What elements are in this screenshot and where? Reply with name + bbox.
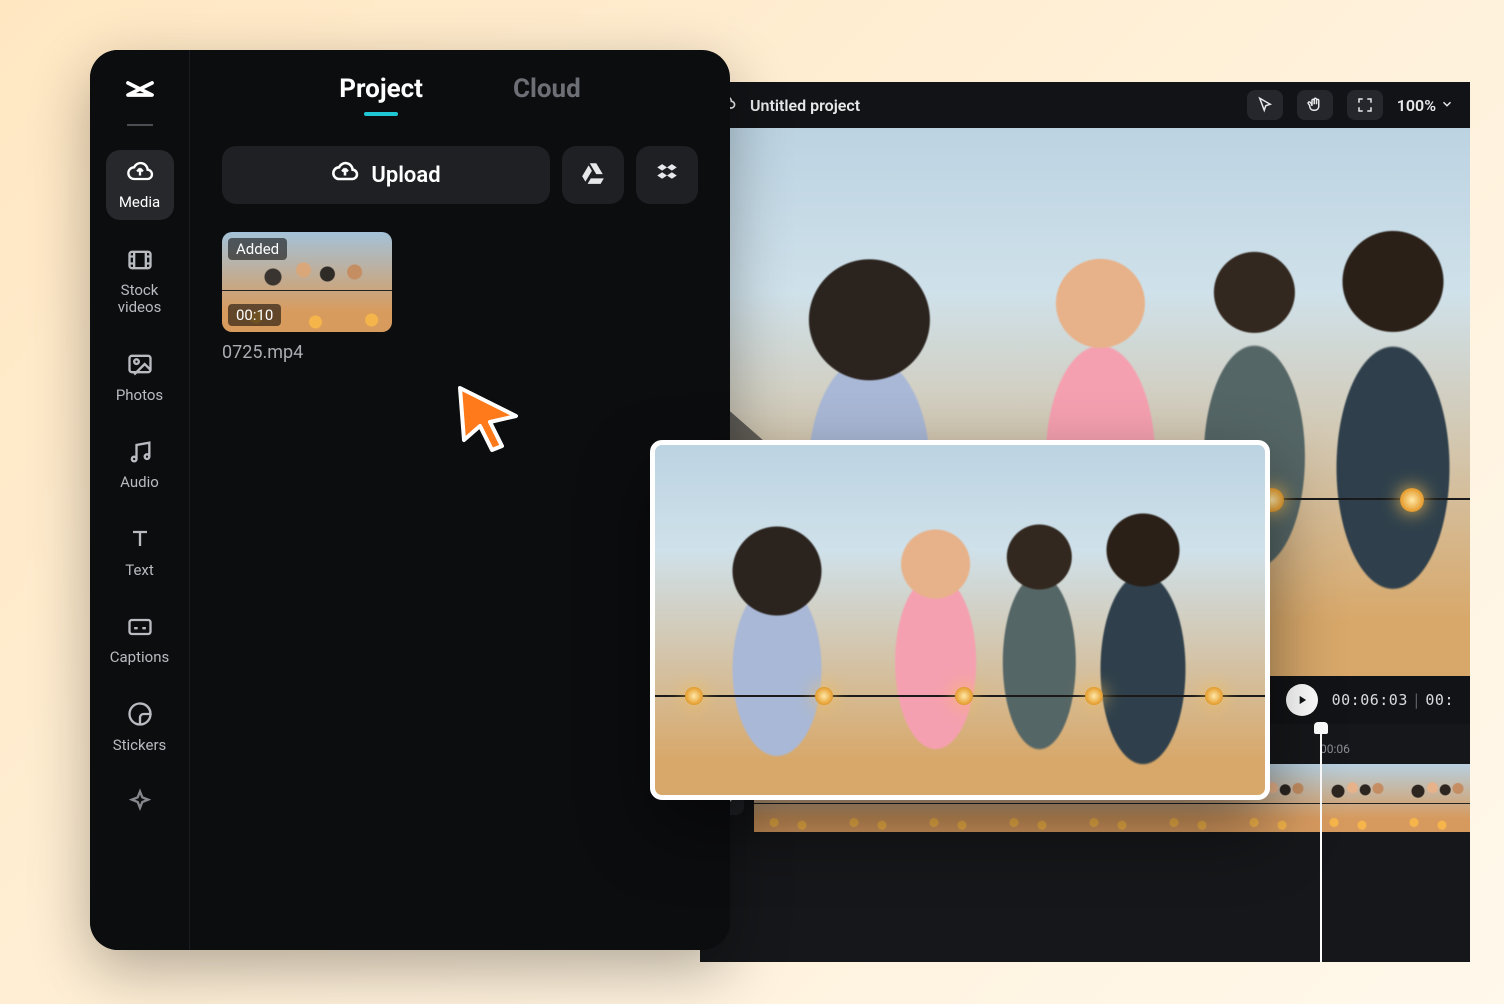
play-button[interactable] <box>1286 684 1318 716</box>
ruler-tick: 00:06 <box>1320 732 1350 756</box>
upload-label: Upload <box>371 163 440 188</box>
added-badge: Added <box>228 238 287 260</box>
media-item[interactable]: Added 00:10 0725.mp4 <box>222 232 392 363</box>
sidebar-item-stickers[interactable]: Stickers <box>106 692 174 762</box>
media-panel: Media Stock videos Photos Audio Text <box>90 50 730 950</box>
sticker-icon <box>126 700 154 732</box>
sidebar-item-label: Photos <box>116 387 163 404</box>
sidebar-item-label: Audio <box>120 474 159 491</box>
hand-tool-button[interactable] <box>1297 90 1333 120</box>
zoom-selector[interactable]: 100% <box>1397 96 1454 115</box>
sidebar-item-label: Text <box>125 562 154 579</box>
tab-project[interactable]: Project <box>339 74 423 116</box>
sidebar-item-label: Stock videos <box>118 282 162 317</box>
pointer-tool-button[interactable] <box>1247 90 1283 120</box>
playhead[interactable] <box>1320 724 1322 962</box>
media-filename: 0725.mp4 <box>222 342 392 363</box>
drag-preview <box>650 440 1270 800</box>
image-icon <box>126 350 154 382</box>
zoom-value: 100% <box>1397 96 1436 115</box>
clip-frame[interactable] <box>1314 764 1394 832</box>
cloud-upload-icon <box>126 158 154 190</box>
preview-header: Untitled project 100% <box>700 82 1470 128</box>
fullscreen-button[interactable] <box>1347 90 1383 120</box>
sidebar-item-stock-videos[interactable]: Stock videos <box>106 238 174 325</box>
sidebar-item-audio[interactable]: Audio <box>106 430 174 500</box>
sidebar-item-effects[interactable]: x <box>106 780 174 850</box>
current-time: 00:06:03 <box>1332 691 1408 709</box>
sidebar-item-photos[interactable]: Photos <box>106 342 174 412</box>
sidebar-item-captions[interactable]: Captions <box>106 605 174 675</box>
clip-frame[interactable] <box>1394 764 1470 832</box>
music-icon <box>126 438 154 470</box>
sidebar-item-label: Media <box>119 194 160 211</box>
text-icon <box>126 525 154 557</box>
duration-badge: 00:10 <box>228 304 281 326</box>
sidebar-item-media[interactable]: Media <box>106 150 174 220</box>
dropbox-button[interactable] <box>636 146 698 204</box>
total-time: 00: <box>1425 691 1454 709</box>
chevron-down-icon <box>1440 96 1454 115</box>
sidebar: Media Stock videos Photos Audio Text <box>90 50 190 950</box>
logo-underline <box>127 124 153 126</box>
project-title[interactable]: Untitled project <box>750 96 860 115</box>
app-logo-icon <box>122 74 158 114</box>
cloud-upload-icon <box>331 158 359 192</box>
google-drive-icon <box>580 160 606 190</box>
tab-row: Project Cloud <box>222 74 698 116</box>
media-body: Project Cloud Upload <box>190 50 730 950</box>
timecode: 00:06:03|00: <box>1332 691 1454 709</box>
tab-cloud[interactable]: Cloud <box>513 74 581 116</box>
film-icon <box>126 246 154 278</box>
upload-button[interactable]: Upload <box>222 146 550 204</box>
media-thumbnail[interactable]: Added 00:10 <box>222 232 392 332</box>
dropbox-icon <box>654 160 680 190</box>
sidebar-item-label: Stickers <box>113 737 167 754</box>
sidebar-item-text[interactable]: Text <box>106 517 174 587</box>
sidebar-item-label: Captions <box>110 649 169 666</box>
upload-row: Upload <box>222 146 698 204</box>
sparkle-icon <box>126 788 154 820</box>
captions-icon <box>126 613 154 645</box>
google-drive-button[interactable] <box>562 146 624 204</box>
